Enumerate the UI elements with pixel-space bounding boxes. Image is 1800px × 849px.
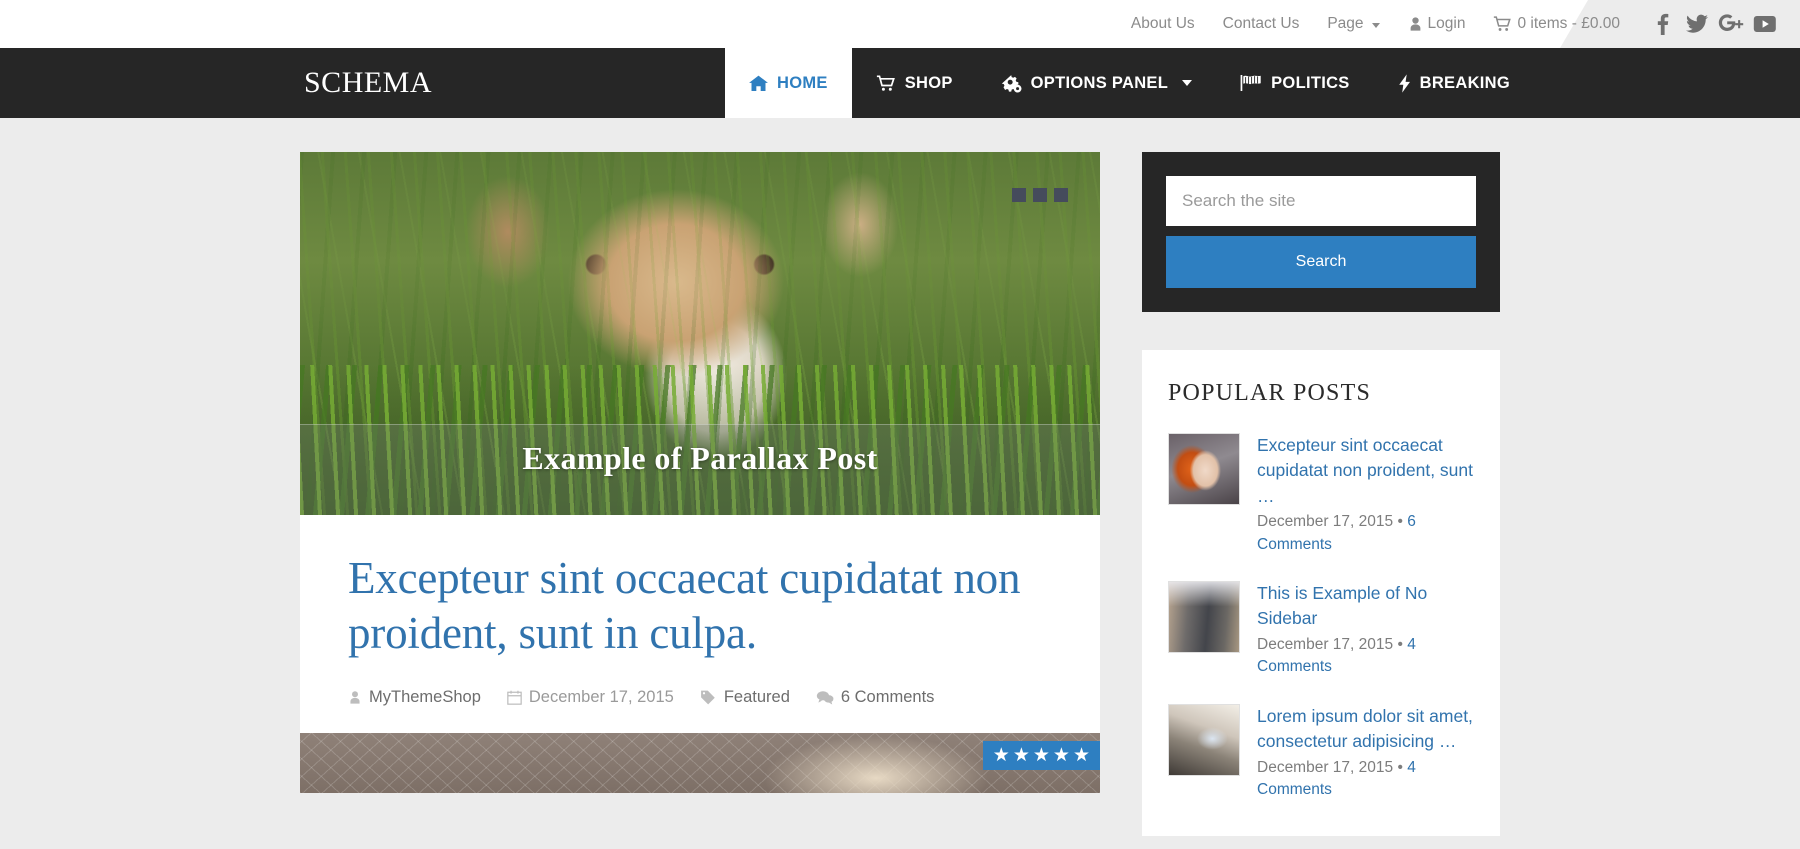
top-nav: About Us Contact Us Page Login 0 items -…: [1117, 15, 1634, 33]
slider-pagination[interactable]: [1012, 188, 1068, 202]
gears-icon: [1001, 74, 1022, 93]
popular-posts-widget: POPULAR POSTS Excepteur sint occaecat cu…: [1142, 350, 1500, 837]
cart-icon: [876, 74, 896, 92]
star-icon: ★: [1032, 744, 1050, 766]
star-icon: ★: [992, 744, 1010, 766]
star-icon: ★: [1072, 744, 1090, 766]
slider-dot[interactable]: [1012, 188, 1026, 202]
meta-date: December 17, 2015: [507, 688, 674, 707]
nav-item-label: BREAKING: [1419, 73, 1511, 92]
calendar-icon: [507, 690, 522, 705]
youtube-icon[interactable]: [1748, 0, 1782, 48]
top-nav-label: About Us: [1130, 15, 1195, 32]
main-content: Example of Parallax Post Excepteur sint …: [300, 152, 1100, 836]
main-menu: HOME SHOP OPTIONS PANEL POLITICS BREAKIN…: [725, 48, 1534, 118]
slider-dot[interactable]: [1033, 188, 1047, 202]
site-logo[interactable]: SCHEMA: [300, 48, 725, 118]
hero-title[interactable]: Example of Parallax Post: [300, 440, 1100, 477]
user-icon: [348, 690, 362, 705]
post-meta: December 17, 2015 • 6 Comments: [1257, 511, 1474, 556]
nav-item-label: POLITICS: [1271, 73, 1350, 92]
meta-category-label: Featured: [723, 687, 790, 706]
nav-item-home[interactable]: HOME: [725, 48, 852, 118]
page-body: Example of Parallax Post Excepteur sint …: [300, 118, 1500, 837]
post-title-link[interactable]: Lorem ipsum dolor sit amet, consectetur …: [1257, 704, 1474, 755]
tag-icon: [700, 690, 717, 705]
meta-author-label: MyThemeShop: [369, 687, 481, 706]
nav-item-label: HOME: [777, 73, 828, 92]
article-card: Excepteur sint occaecat cupidatat non pr…: [300, 515, 1100, 793]
chevron-down-icon: [1371, 22, 1380, 28]
article-thumbnail-photo: [300, 732, 1100, 793]
post-meta: December 17, 2015 • 4 Comments: [1257, 757, 1474, 802]
sidebar: Search POPULAR POSTS Excepteur sint occa…: [1142, 152, 1500, 837]
meta-date-label: December 17, 2015: [528, 687, 674, 706]
top-nav-item-login[interactable]: Login: [1394, 15, 1480, 33]
top-nav-item-cart[interactable]: 0 items - £0.00: [1479, 15, 1634, 33]
main-navigation-bar: SCHEMA HOME SHOP OPTIONS PANEL POLITICS …: [0, 48, 1800, 118]
top-nav-item-page[interactable]: Page: [1313, 15, 1393, 33]
article-title[interactable]: Excepteur sint occaecat cupidatat non pr…: [348, 551, 1052, 662]
home-icon: [749, 75, 768, 92]
nav-item-shop[interactable]: SHOP: [852, 48, 977, 118]
list-item[interactable]: Lorem ipsum dolor sit amet, consectetur …: [1168, 703, 1474, 802]
comments-icon: [816, 690, 834, 705]
meta-author[interactable]: MyThemeShop: [348, 688, 481, 707]
nav-item-label: OPTIONS PANEL: [1030, 73, 1169, 92]
twitter-icon[interactable]: [1680, 0, 1714, 48]
flag-icon: [1240, 74, 1262, 92]
post-date: December 17, 2015: [1257, 513, 1394, 531]
star-icon: ★: [1052, 744, 1070, 766]
search-widget: Search: [1142, 152, 1500, 312]
slider-dot[interactable]: [1054, 188, 1068, 202]
search-input[interactable]: [1166, 176, 1476, 226]
top-nav-label: Page: [1327, 15, 1364, 32]
nav-item-politics[interactable]: POLITICS: [1216, 48, 1374, 118]
nav-item-label: SHOP: [904, 73, 953, 92]
social-links: [1646, 0, 1800, 48]
article-meta: MyThemeShop December 17, 2015 Featured 6…: [348, 688, 1052, 733]
chevron-down-icon: [1182, 80, 1193, 86]
post-date: December 17, 2015: [1257, 758, 1394, 776]
meta-comments-label: 6 Comments: [840, 687, 935, 706]
meta-separator: •: [1397, 758, 1403, 776]
top-bar: About Us Contact Us Page Login 0 items -…: [0, 0, 1800, 48]
star-rating-badge: ★ ★ ★ ★ ★: [982, 740, 1100, 770]
post-thumbnail[interactable]: [1168, 433, 1240, 505]
list-item[interactable]: Excepteur sint occaecat cupidatat non pr…: [1168, 433, 1474, 556]
featured-parallax-slide[interactable]: Example of Parallax Post: [300, 152, 1100, 515]
cart-icon: [1493, 16, 1512, 32]
post-thumbnail[interactable]: [1168, 703, 1240, 776]
popular-posts-heading: POPULAR POSTS: [1168, 380, 1371, 406]
facebook-icon[interactable]: [1646, 0, 1680, 48]
top-nav-label: Contact Us: [1222, 15, 1300, 32]
meta-separator: •: [1397, 513, 1403, 531]
bolt-icon: [1398, 73, 1411, 93]
post-date: December 17, 2015: [1257, 635, 1394, 653]
top-nav-label: 0 items - £0.00: [1517, 15, 1620, 32]
star-icon: ★: [1012, 744, 1030, 766]
meta-comments[interactable]: 6 Comments: [816, 687, 935, 707]
nav-item-breaking[interactable]: BREAKING: [1374, 48, 1534, 118]
search-button[interactable]: Search: [1166, 236, 1476, 288]
top-nav-item-about-us[interactable]: About Us: [1117, 15, 1209, 33]
top-nav-label: Login: [1427, 15, 1466, 32]
google-plus-icon[interactable]: [1714, 0, 1748, 48]
post-meta: December 17, 2015 • 4 Comments: [1257, 634, 1474, 679]
meta-category[interactable]: Featured: [700, 688, 790, 707]
list-item[interactable]: This is Example of No Sidebar December 1…: [1168, 581, 1474, 679]
article-thumbnail[interactable]: ★ ★ ★ ★ ★: [300, 732, 1100, 793]
user-icon: [1408, 16, 1423, 32]
post-title-link[interactable]: This is Example of No Sidebar: [1257, 581, 1474, 632]
meta-separator: •: [1397, 635, 1403, 653]
post-thumbnail[interactable]: [1168, 581, 1240, 654]
top-nav-item-contact-us[interactable]: Contact Us: [1209, 15, 1314, 33]
post-title-link[interactable]: Excepteur sint occaecat cupidatat non pr…: [1257, 433, 1474, 509]
nav-item-options-panel[interactable]: OPTIONS PANEL: [977, 48, 1216, 118]
